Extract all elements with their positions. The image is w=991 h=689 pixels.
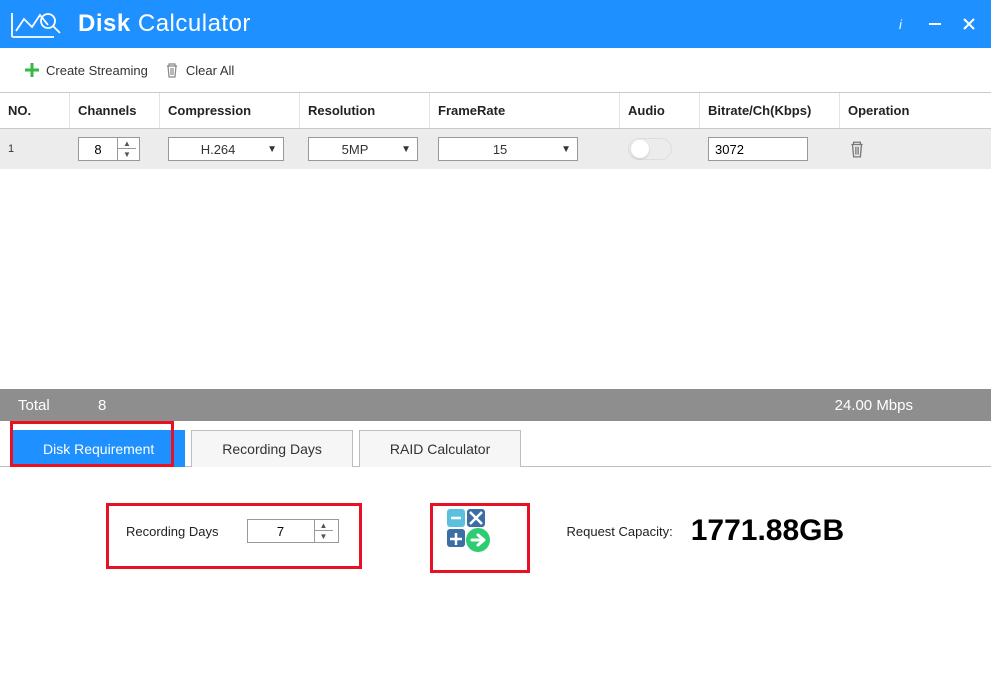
request-capacity-label: Request Capacity: — [567, 524, 673, 539]
audio-toggle[interactable] — [628, 138, 672, 160]
toolbar: Create Streaming Clear All — [0, 48, 991, 92]
col-operation: Operation — [840, 93, 991, 128]
plus-icon — [24, 62, 40, 78]
channels-input[interactable] — [79, 142, 117, 157]
delete-row-button[interactable] — [848, 140, 866, 158]
col-bitrate: Bitrate/Ch(Kbps) — [700, 93, 840, 128]
compression-value: H.264 — [169, 142, 267, 157]
resolution-select[interactable]: 5MP ▼ — [308, 137, 418, 161]
col-framerate: FrameRate — [430, 93, 620, 128]
col-compression: Compression — [160, 93, 300, 128]
channels-stepper[interactable]: ▲ ▼ — [78, 137, 140, 161]
toggle-knob — [631, 140, 649, 158]
recording-days-group: Recording Days ▲ ▼ — [104, 501, 361, 561]
svg-text:i: i — [899, 17, 903, 31]
table-row: 1 ▲ ▼ H.264 ▼ 5MP ▼ — [0, 129, 991, 169]
col-resolution: Resolution — [300, 93, 430, 128]
clear-all-label: Clear All — [186, 63, 234, 78]
tab-recording-days[interactable]: Recording Days — [191, 430, 353, 467]
chevron-down-icon: ▼ — [267, 144, 277, 155]
bitrate-input[interactable] — [709, 138, 807, 160]
create-streaming-label: Create Streaming — [46, 63, 148, 78]
logo-icon — [10, 7, 70, 41]
col-no: NO. — [0, 93, 70, 128]
chevron-down-icon: ▼ — [401, 144, 411, 155]
framerate-select[interactable]: 15 ▼ — [438, 137, 578, 161]
calculate-button[interactable] — [431, 497, 507, 565]
chevron-down-icon[interactable]: ▼ — [118, 149, 136, 160]
table-header: NO. Channels Compression Resolution Fram… — [0, 93, 991, 129]
total-bar: Total 8 24.00 Mbps — [0, 389, 991, 421]
resolution-value: 5MP — [309, 142, 401, 157]
chevron-down-icon: ▼ — [561, 144, 571, 155]
chevron-down-icon[interactable]: ▼ — [315, 531, 333, 542]
clear-all-button[interactable]: Clear All — [164, 62, 234, 78]
cell-no: 1 — [0, 139, 70, 159]
info-button[interactable]: i — [893, 16, 909, 32]
compression-select[interactable]: H.264 ▼ — [168, 137, 284, 161]
app-title: Disk Calculator — [78, 10, 251, 38]
disk-requirement-panel: Recording Days ▲ ▼ — [0, 467, 991, 595]
framerate-value: 15 — [439, 142, 561, 157]
tabs: Disk Requirement Recording Days RAID Cal… — [0, 421, 991, 467]
tab-raid-calculator[interactable]: RAID Calculator — [359, 430, 521, 467]
recording-days-stepper[interactable]: ▲ ▼ — [247, 519, 339, 543]
bitrate-field[interactable] — [708, 137, 808, 161]
chevron-up-icon[interactable]: ▲ — [118, 138, 136, 149]
title-bar: Disk Calculator i — [0, 0, 991, 48]
tab-disk-requirement[interactable]: Disk Requirement — [12, 430, 185, 467]
table-body: 1 ▲ ▼ H.264 ▼ 5MP ▼ — [0, 129, 991, 389]
chevron-up-icon[interactable]: ▲ — [315, 520, 333, 531]
total-channels: 8 — [98, 397, 138, 414]
recording-days-label: Recording Days — [126, 524, 219, 539]
total-label: Total — [18, 397, 98, 414]
close-button[interactable] — [961, 16, 977, 32]
app-brand: Disk Calculator — [10, 7, 251, 41]
minimize-button[interactable] — [927, 16, 943, 32]
col-channels: Channels — [70, 93, 160, 128]
result-group: Request Capacity: 1771.88GB — [567, 514, 845, 548]
app-title-bold: Disk — [78, 10, 131, 37]
create-streaming-button[interactable]: Create Streaming — [24, 62, 148, 78]
trash-icon — [164, 62, 180, 78]
streams-table: NO. Channels Compression Resolution Fram… — [0, 92, 991, 389]
request-capacity-value: 1771.88GB — [691, 514, 844, 548]
calculator-arrow-icon — [445, 507, 493, 555]
app-title-light: Calculator — [138, 10, 251, 37]
recording-days-input[interactable] — [248, 524, 314, 539]
window-controls: i — [893, 16, 977, 32]
total-bandwidth: 24.00 Mbps — [835, 397, 973, 414]
col-audio: Audio — [620, 93, 700, 128]
